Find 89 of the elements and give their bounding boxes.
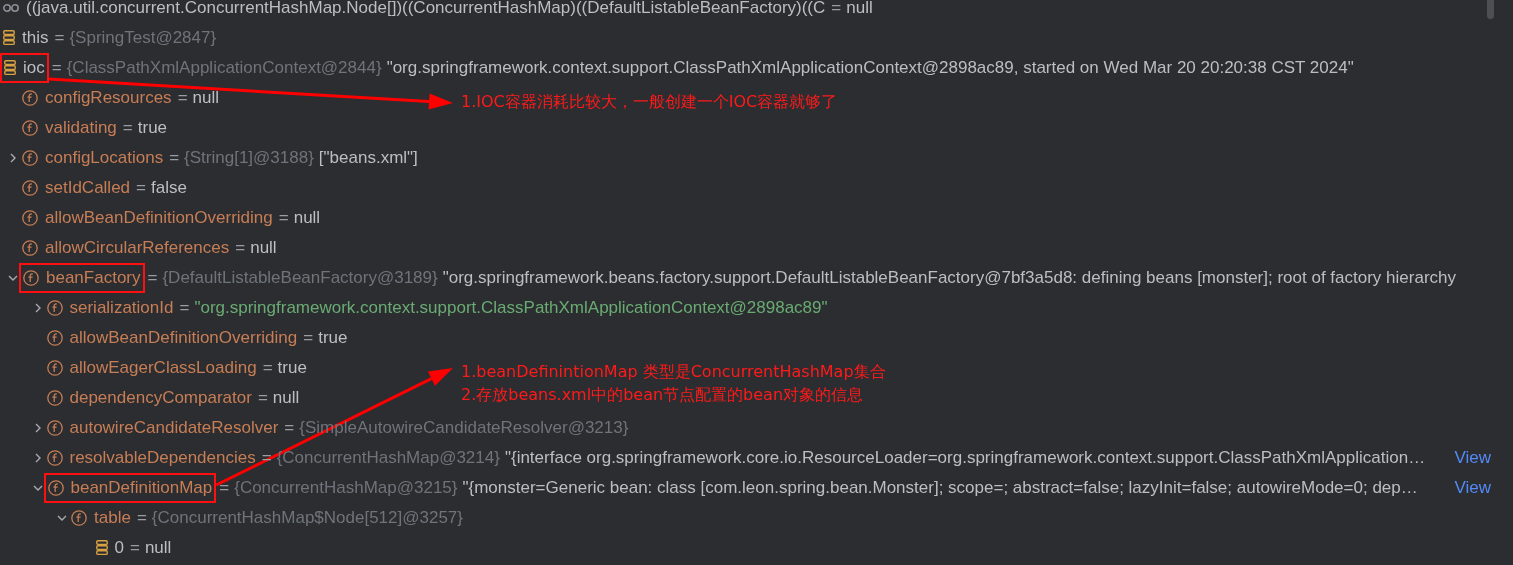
variable-name: dependencyComparator xyxy=(69,388,252,408)
variable-value: null xyxy=(250,238,277,258)
object-reference: {ClassPathXmlApplicationContext@2844} xyxy=(66,58,382,78)
equals-sign: = xyxy=(136,178,146,198)
variable-icon xyxy=(3,30,15,46)
field-icon xyxy=(22,120,38,136)
chevron-down-icon[interactable] xyxy=(8,273,18,283)
object-reference: {ConcurrentHashMap$Node[512]@3257} xyxy=(151,508,463,528)
variable-value: "{monster=Generic bean: class [com.leon.spring.bean.Monster]; scope=; abstract=false; lazyInit=false; autowireMode=0; dep… xyxy=(462,478,1418,498)
variable-name: allowCircularReferences xyxy=(45,238,230,258)
variable-value: true xyxy=(277,358,307,378)
equals-sign: = xyxy=(257,388,268,408)
equals-sign: = xyxy=(262,358,273,378)
variable-value: "org.springframework.context.support.ClassPathXmlApplicationContext@2898ac89" xyxy=(194,298,828,318)
variable-value: null xyxy=(272,388,300,408)
variable-name: ioc xyxy=(23,58,45,78)
field-icon xyxy=(71,510,87,526)
equals-sign: = xyxy=(303,328,314,348)
equals-sign: = xyxy=(129,538,140,558)
chevron-down-icon[interactable] xyxy=(57,513,67,523)
variable-name: configLocations xyxy=(45,148,164,168)
variable-value: false xyxy=(151,178,187,198)
field-icon xyxy=(46,390,63,406)
equals-sign: = xyxy=(51,58,62,78)
equals-sign: = xyxy=(54,28,65,48)
scrollbar-thumb[interactable] xyxy=(1487,0,1494,19)
variable-value: "{interface org.springframework.core.io.ResourceLoader=org.springframework.context.support.ClassPathXmlApplication… xyxy=(504,448,1426,468)
chevron-down-icon[interactable] xyxy=(32,483,43,493)
variable-name: ((java.util.concurrent.ConcurrentHashMap.Node[])((ConcurrentHashMap)((DefaultListableBeanFactory)((C xyxy=(26,0,826,18)
field-icon xyxy=(46,300,63,316)
variable-name: setIdCalled xyxy=(45,178,131,198)
field-icon xyxy=(22,210,38,226)
equals-sign: = xyxy=(284,418,295,438)
variable-name: allowBeanDefinitionOverriding xyxy=(45,208,273,228)
variable-name: beanDefinitionMap xyxy=(70,478,213,498)
equals-sign: = xyxy=(169,148,180,168)
field-icon xyxy=(22,180,38,196)
variable-name: validating xyxy=(45,118,117,138)
field-icon xyxy=(22,90,38,106)
field-icon xyxy=(47,480,64,496)
object-reference: {String[1]@3188} xyxy=(184,148,314,168)
equals-sign: = xyxy=(177,88,188,108)
variable-name: allowBeanDefinitionOverriding xyxy=(69,328,298,348)
equals-sign: = xyxy=(147,268,158,288)
object-reference: {DefaultListableBeanFactory@3189} xyxy=(162,268,438,288)
chevron-right-icon[interactable] xyxy=(8,153,18,163)
object-reference: {ConcurrentHashMap@3214} xyxy=(276,448,500,468)
annotation-text: 1.beanDefinintionMap 类型是ConcurrentHashMap集合 xyxy=(461,361,886,383)
variable-name: autowireCandidateResolver xyxy=(69,418,279,438)
field-icon xyxy=(46,420,63,436)
field-icon xyxy=(46,450,63,466)
field-icon xyxy=(22,150,38,166)
equals-sign: = xyxy=(235,238,246,258)
glasses-icon xyxy=(3,3,19,13)
field-icon xyxy=(46,330,63,346)
variable-icon xyxy=(95,540,108,556)
variable-name: configResources xyxy=(45,88,172,108)
variable-value: null xyxy=(192,88,220,108)
variable-value: "org.springframework.context.support.ClassPathXmlApplicationContext@2898ac89, started on Wed Mar 20 20:20:38 CST 2024" xyxy=(386,58,1354,78)
variable-name: 0 xyxy=(114,538,124,558)
variable-name: allowEagerClassLoading xyxy=(69,358,257,378)
variable-value: true xyxy=(318,328,348,348)
view-link[interactable]: View xyxy=(1454,448,1491,468)
field-icon xyxy=(23,270,39,286)
equals-sign: = xyxy=(831,0,842,18)
variable-value: "org.springframework.beans.factory.support.DefaultListableBeanFactory@7bf3a5d8: defining beans [monster]; root of factory hierarchy xyxy=(442,268,1456,288)
variable-name: beanFactory xyxy=(46,268,141,288)
annotation-text: 2.存放beans.xml中的bean节点配置的bean对象的信息 xyxy=(461,384,865,406)
variable-value: null xyxy=(293,208,321,228)
variable-name: resolvableDependencies xyxy=(69,448,256,468)
variable-name: serializationId xyxy=(69,298,174,318)
variable-value: null xyxy=(846,0,873,18)
view-link[interactable]: View xyxy=(1454,478,1491,498)
variable-name: table xyxy=(94,508,131,528)
equals-sign: = xyxy=(122,118,133,138)
annotation-text: 1.IOC容器消耗比较大，一般创建一个IOC容器就够了 xyxy=(461,91,838,113)
field-icon xyxy=(22,240,38,256)
equals-sign: = xyxy=(179,298,190,318)
variable-value: null xyxy=(144,538,172,558)
variable-icon xyxy=(4,60,16,76)
field-icon xyxy=(46,360,63,376)
object-reference: {SpringTest@2847} xyxy=(69,28,217,48)
variable-value: true xyxy=(137,118,168,138)
object-reference: {ConcurrentHashMap@3215} xyxy=(234,478,458,498)
equals-sign: = xyxy=(219,478,230,498)
equals-sign: = xyxy=(136,508,147,528)
variable-value: ["beans.xml"] xyxy=(318,148,418,168)
variable-name: this xyxy=(22,28,49,48)
equals-sign: = xyxy=(278,208,289,228)
